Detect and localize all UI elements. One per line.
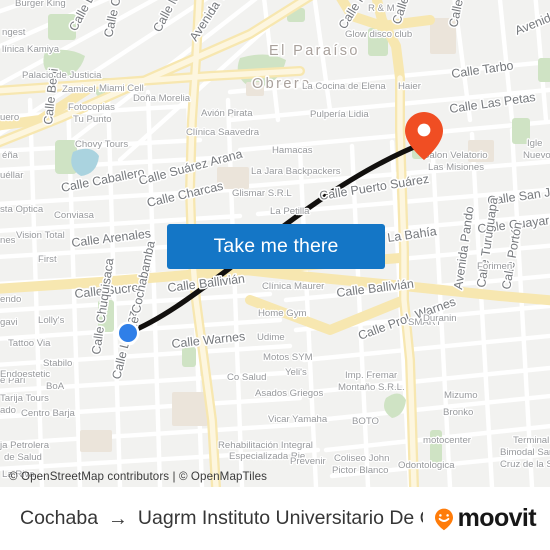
poi-label: Lolly's (38, 315, 65, 326)
destination-label: Uagrm Instituto Universitario De Capa... (137, 507, 423, 529)
poi-label: Glismar S.R.L (232, 188, 292, 199)
poi-label: éña (2, 150, 19, 161)
poi-label: BoA (46, 381, 65, 392)
poi-label: Yeli's (285, 367, 307, 378)
poi-label: motocenter (423, 435, 472, 446)
moovit-pin-icon (434, 508, 453, 530)
poi-label: ngest (2, 27, 26, 38)
poi-label: Bronko (443, 407, 473, 418)
poi-label: La Cocina de Elena (302, 81, 386, 92)
poi-label: Coliseo John (334, 453, 389, 464)
poi-label: Udime (257, 332, 285, 343)
poi-label: Bimodal Sant (500, 447, 550, 458)
poi-label: Hamacas (272, 145, 313, 156)
poi-label: sta Optica (0, 204, 44, 215)
poi-label: R & M (368, 3, 395, 14)
arrow-right-icon: → (107, 507, 128, 530)
neighborhood-label: El Paraíso (269, 43, 360, 59)
poi-label: First (38, 254, 57, 265)
poi-label: Doña Morelia (133, 93, 191, 104)
poi-label: uero (0, 112, 19, 123)
poi-label: Glow disco club (345, 29, 412, 40)
poi-label: Conviasa (54, 210, 95, 221)
poi-label: línica Kamiya (2, 44, 60, 55)
origin-label: Cochaba... (20, 507, 98, 529)
poi-label: Chovy Tours (75, 139, 128, 150)
poi-label: Burger King (15, 0, 66, 9)
poi-label: Fotocopias (68, 102, 115, 113)
moovit-wordmark: moovit (457, 504, 537, 532)
poi-label: BOTO (352, 416, 379, 427)
poi-label: Home Gym (258, 308, 307, 319)
poi-label: uéllar (0, 170, 24, 181)
poi-label: Motos SYM (263, 352, 313, 363)
poi-label: Duranin (423, 313, 457, 324)
poi-label: Igle (527, 138, 542, 149)
poi-label: ado (0, 405, 16, 416)
poi-label: Imp. Fremar (345, 370, 398, 381)
poi-label: nes (0, 235, 16, 246)
poi-label: Endoestetic (0, 369, 50, 380)
poi-label: La Jara Backpackers (251, 166, 341, 177)
poi-label: Asados Griegos (255, 388, 323, 399)
poi-label: ja Petrolera (0, 440, 50, 451)
poi-label: Rehabilitación Integral (218, 440, 313, 451)
poi-label: Las Misiones (428, 162, 484, 173)
poi-label: endo (0, 294, 21, 305)
poi-label: Haier (398, 81, 422, 92)
poi-label: gavi (0, 317, 18, 328)
poi-label: Palacio de Justicia (22, 70, 102, 81)
origin-dot[interactable] (116, 321, 140, 345)
poi-label: Nuevo (523, 150, 550, 161)
poi-label: Salon Velatorio (423, 150, 488, 161)
poi-label: Terminal (513, 435, 549, 446)
poi-label: Montaño S.R.L. (338, 382, 405, 393)
poi-label: Forimen (477, 261, 512, 272)
moovit-logo[interactable]: moovit (431, 504, 537, 532)
map-attribution[interactable]: © OpenStreetMap contributors | © OpenMap… (0, 466, 550, 487)
poi-label: Avión Pirata (201, 108, 253, 119)
poi-label: Mizumo (444, 390, 478, 401)
moovit-trip-map-screen: El ParaísoObrero Calle BeniCalle Campero… (0, 0, 550, 550)
poi-label: Centro Barja (21, 408, 76, 419)
take-me-there-button[interactable]: Take me there (167, 224, 385, 269)
poi-label: Pulpería Lidia (310, 109, 369, 120)
poi-label: Vicar Yamaha (268, 414, 328, 425)
poi-label: La Petilla (270, 206, 310, 217)
poi-label: Tarija Tours (0, 393, 49, 404)
poi-label: Vision Total (16, 230, 65, 241)
poi-label: Tattoo Via (8, 338, 51, 349)
poi-label: de Salud (4, 452, 42, 463)
poi-label: Tu Punto (73, 114, 112, 125)
poi-label: Clínica Saavedra (186, 127, 260, 138)
poi-label: Co Salud (227, 372, 266, 383)
poi-label: Clínica Maurer (262, 281, 325, 292)
poi-label: Zamicel (62, 84, 96, 95)
trip-summary: Cochaba... → Uagrm Instituto Universitar… (20, 507, 423, 530)
trip-footer-bar: Cochaba... → Uagrm Instituto Universitar… (0, 487, 550, 550)
poi-label: Stabilo (43, 358, 72, 369)
